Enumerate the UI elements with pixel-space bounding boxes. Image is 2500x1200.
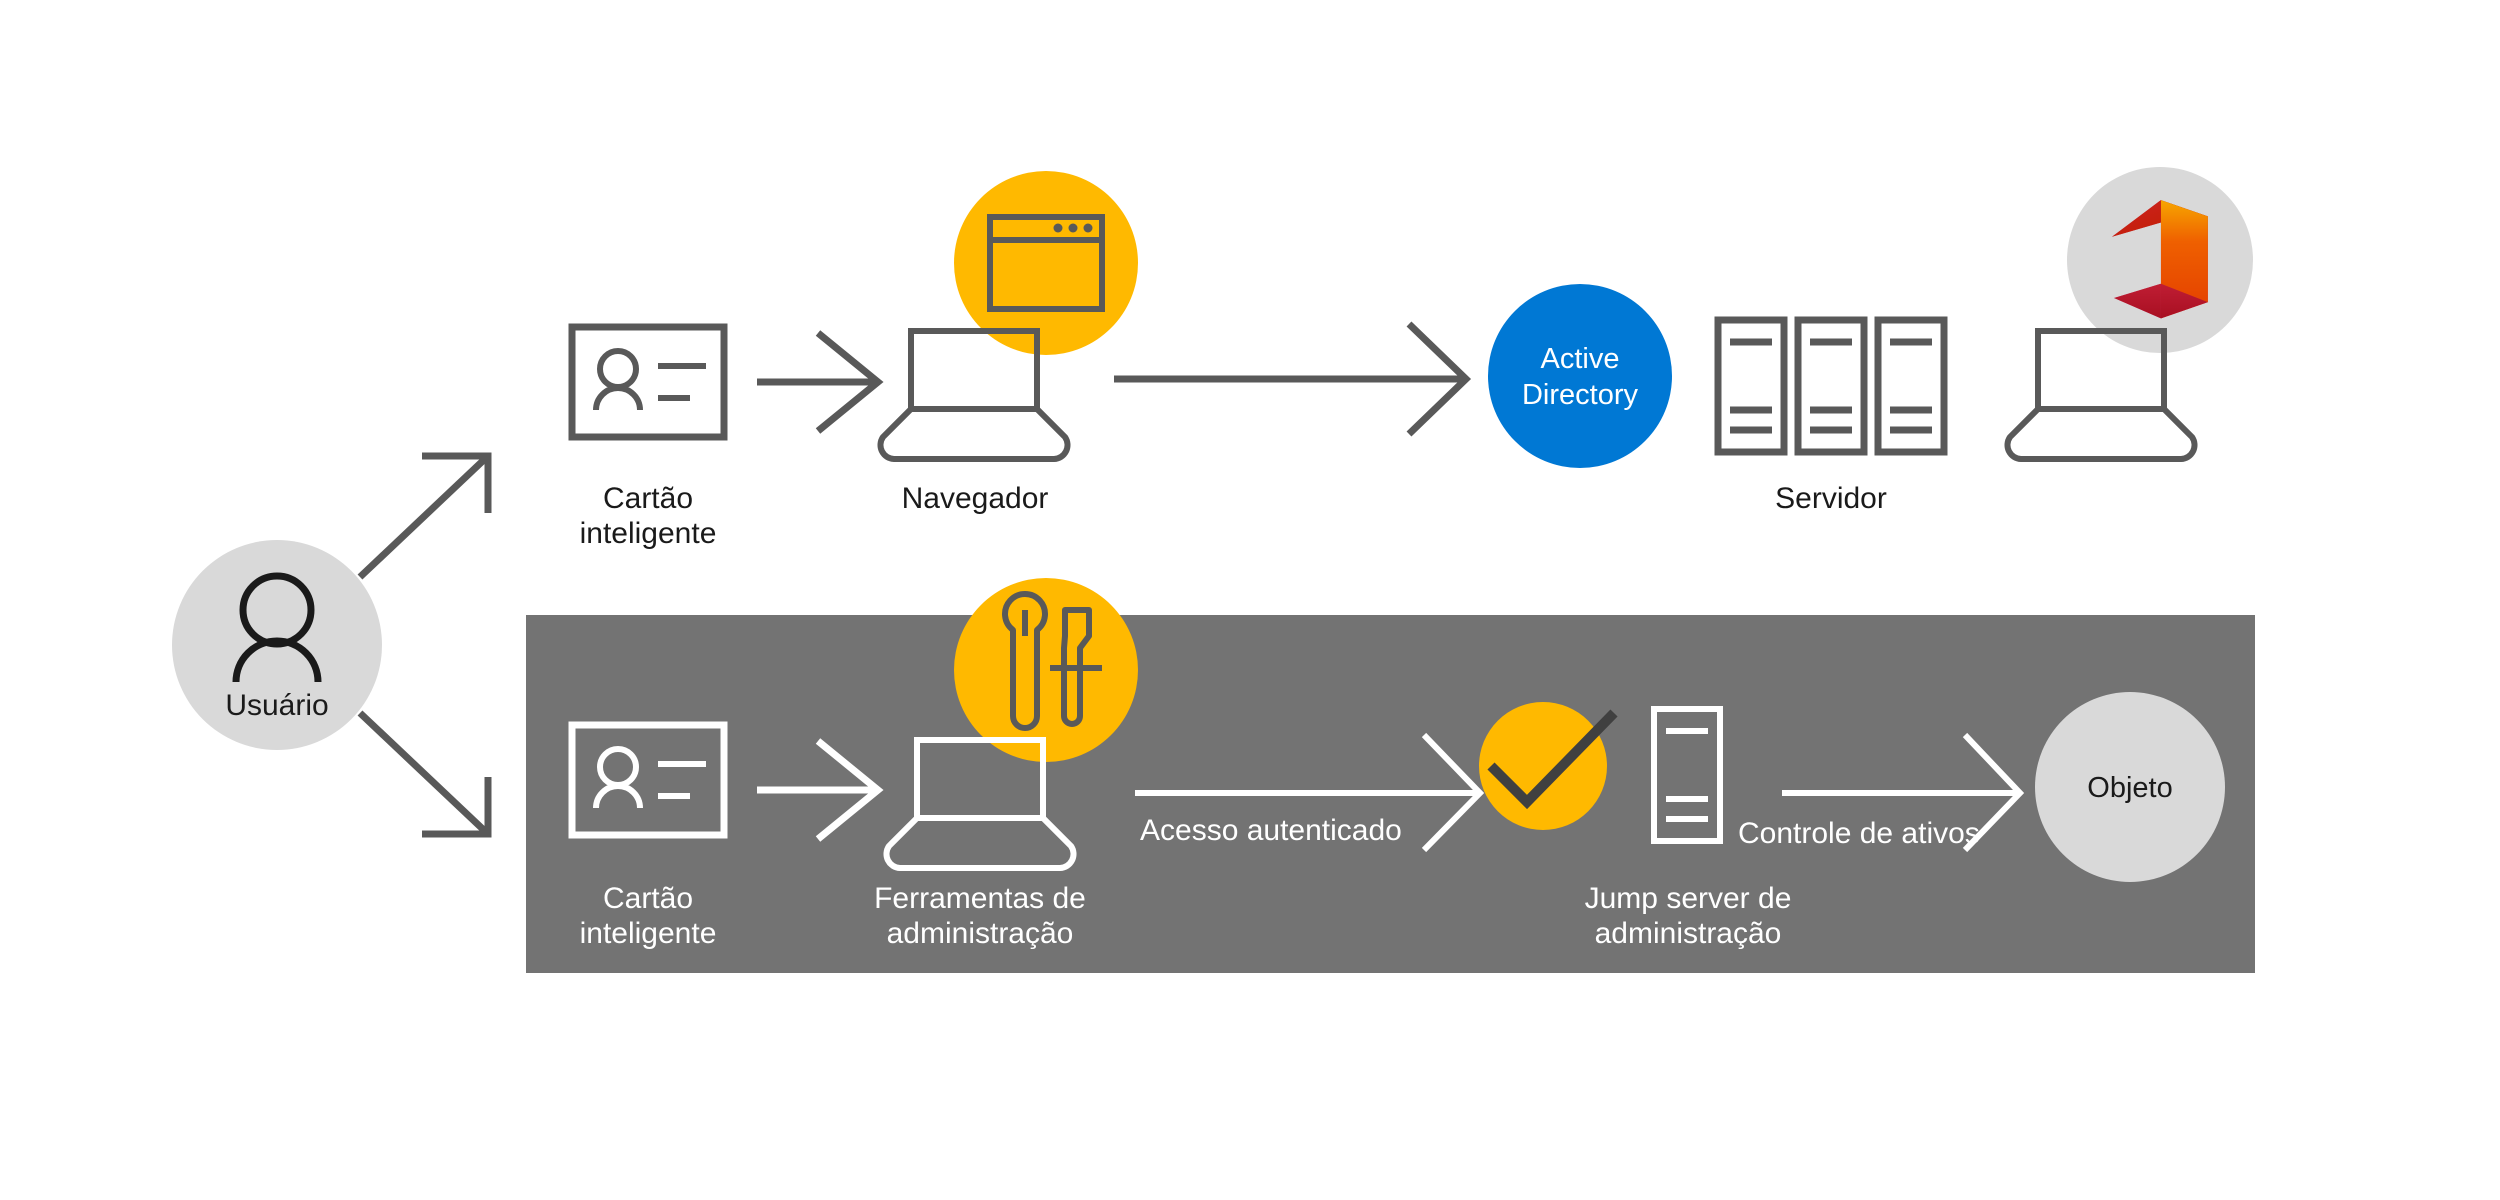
asset-control-label: Controle de ativos	[1738, 817, 1980, 850]
smart-card-top-label-line1: Cartão	[603, 482, 693, 515]
arrow-browser-to-active-directory	[1114, 321, 1472, 437]
browser-label: Navegador	[902, 482, 1049, 515]
laptop-icon-office	[2004, 328, 2198, 462]
browser-badge-circle	[954, 171, 1138, 355]
authenticated-access-label: Acesso autenticado	[1140, 814, 1402, 847]
arrow-user-to-smartcard-bottom	[357, 710, 492, 838]
node-smart-card-top: Cartão inteligente	[568, 323, 728, 550]
admin-tools-label-line2: administração	[887, 917, 1074, 950]
object-label: Objeto	[2087, 772, 2172, 804]
active-directory-label-line2: Directory	[1522, 379, 1639, 411]
smart-card-admin-label-line2: inteligente	[580, 917, 717, 950]
jump-server-label-line2: administração	[1595, 917, 1782, 950]
admin-tools-label-line1: Ferramentas de	[874, 882, 1086, 915]
arrow-smartcard-to-browser	[757, 330, 884, 434]
arrow-user-to-smartcard-top	[357, 452, 492, 580]
laptop-icon-browser	[877, 328, 1071, 462]
node-office365	[2004, 167, 2253, 462]
node-server: Servidor	[1714, 316, 1948, 515]
user-label: Usuário	[225, 689, 328, 722]
active-directory-circle	[1488, 284, 1672, 468]
smart-card-icon	[568, 323, 728, 441]
server-label: Servidor	[1775, 482, 1887, 515]
user-actor: Usuário	[172, 540, 382, 750]
node-active-directory: Active Directory	[1488, 284, 1672, 468]
jump-server-label-line1: Jump server de	[1585, 882, 1792, 915]
office-badge-circle	[2067, 167, 2253, 353]
identity-access-flow-diagram: Usuário Cartão inteligente Navegador Act…	[172, 167, 2255, 973]
smart-card-admin-label-line1: Cartão	[603, 882, 693, 915]
jump-server-badge-circle	[1479, 702, 1607, 830]
active-directory-label-line1: Active	[1541, 343, 1620, 375]
server-rack-icon	[1714, 316, 1948, 456]
node-object: Objeto	[2035, 692, 2225, 882]
diagram-canvas: Usuário Cartão inteligente Navegador Act…	[0, 0, 2500, 1200]
smart-card-top-label-line2: inteligente	[580, 517, 717, 550]
node-browser: Navegador	[877, 171, 1138, 515]
